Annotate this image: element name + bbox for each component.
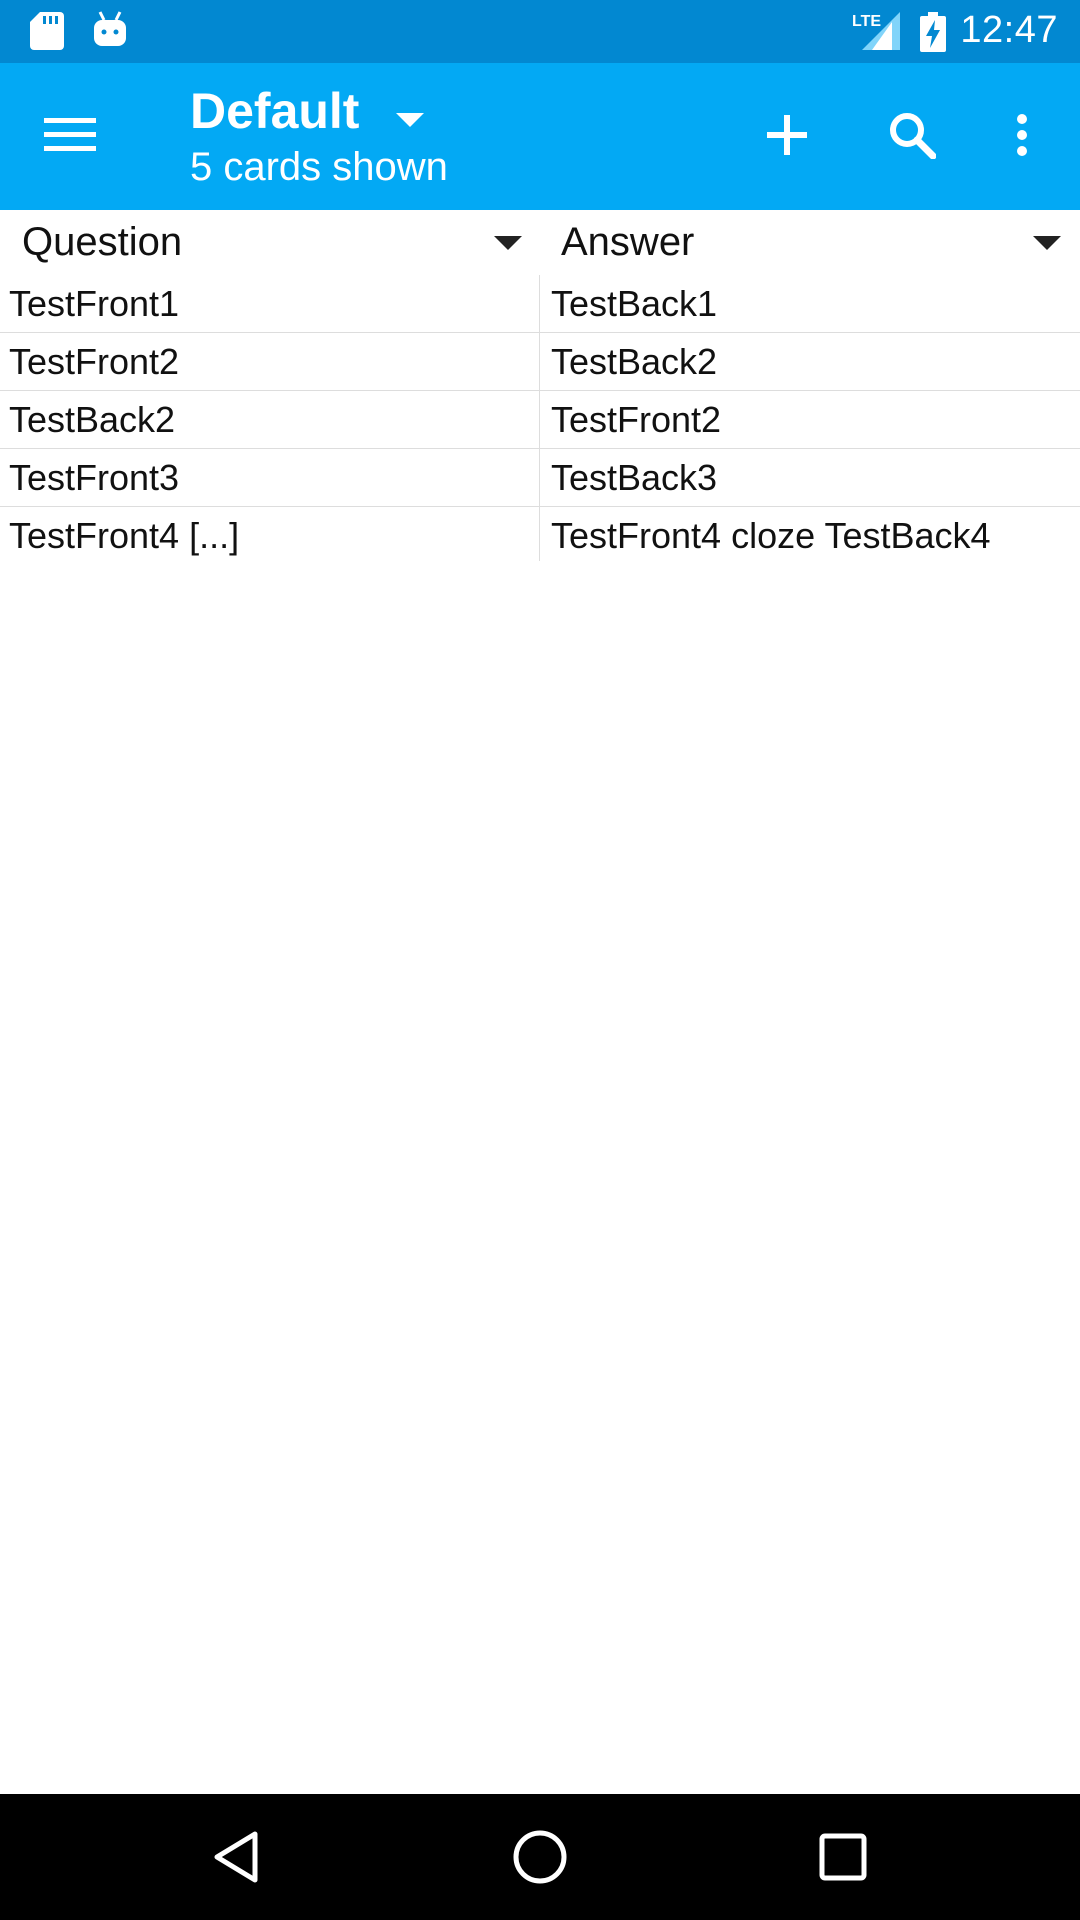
deck-selector[interactable]: Default 5 cards shown xyxy=(190,83,448,191)
table-row[interactable]: TestBack2 TestFront2 xyxy=(0,391,1080,449)
deck-title[interactable]: Default xyxy=(190,83,359,139)
signal-icon: LTE xyxy=(852,10,902,55)
menu-icon[interactable] xyxy=(40,105,100,165)
back-icon[interactable] xyxy=(203,1824,269,1890)
status-time: 12:47 xyxy=(960,9,1058,51)
table-row[interactable]: TestFront4 [...] TestFront4 cloze TestBa… xyxy=(0,507,1080,565)
answer-column-label[interactable]: Answer xyxy=(561,220,694,265)
question-cell: TestBack2 xyxy=(9,399,176,440)
android-icon xyxy=(92,10,128,53)
answer-column-header[interactable]: Answer xyxy=(561,210,1071,275)
system-nav-bar xyxy=(0,1794,1080,1920)
dropdown-arrow-icon[interactable] xyxy=(395,113,424,134)
status-bar: LTE 12:47 xyxy=(0,0,1080,63)
cards-shown-count: 5 cards shown xyxy=(190,145,448,189)
home-icon[interactable] xyxy=(507,1824,573,1890)
network-type-label: LTE xyxy=(852,13,881,30)
answer-cell: TestBack1 xyxy=(551,283,718,324)
battery-charging-icon xyxy=(920,12,946,57)
question-column-dropdown-icon[interactable] xyxy=(494,236,522,257)
answer-cell: TestFront2 xyxy=(551,399,722,440)
question-cell: TestFront3 xyxy=(9,457,180,498)
answer-cell: TestBack2 xyxy=(551,341,718,382)
search-icon[interactable] xyxy=(880,103,944,167)
app-toolbar: Default 5 cards shown xyxy=(0,63,1080,210)
sd-card-icon xyxy=(30,12,64,55)
question-column-label[interactable]: Question xyxy=(22,220,182,265)
answer-cell: TestFront4 cloze TestBack4 xyxy=(551,515,991,556)
overflow-menu-icon[interactable] xyxy=(1000,103,1044,167)
question-column-header[interactable]: Question xyxy=(22,210,532,275)
recents-icon[interactable] xyxy=(810,1824,876,1890)
card-list: TestFront1 TestBack1 TestFront2 TestBack… xyxy=(0,275,1080,565)
answer-column-dropdown-icon[interactable] xyxy=(1033,236,1061,257)
table-row[interactable]: TestFront2 TestBack2 xyxy=(0,333,1080,391)
answer-cell: TestBack3 xyxy=(551,457,718,498)
column-divider xyxy=(539,275,540,561)
add-icon[interactable] xyxy=(755,103,819,167)
table-row[interactable]: TestFront3 TestBack3 xyxy=(0,449,1080,507)
question-cell: TestFront2 xyxy=(9,341,180,382)
question-cell: TestFront4 [...] xyxy=(9,515,240,556)
table-row[interactable]: TestFront1 TestBack1 xyxy=(0,275,1080,333)
question-cell: TestFront1 xyxy=(9,283,180,324)
